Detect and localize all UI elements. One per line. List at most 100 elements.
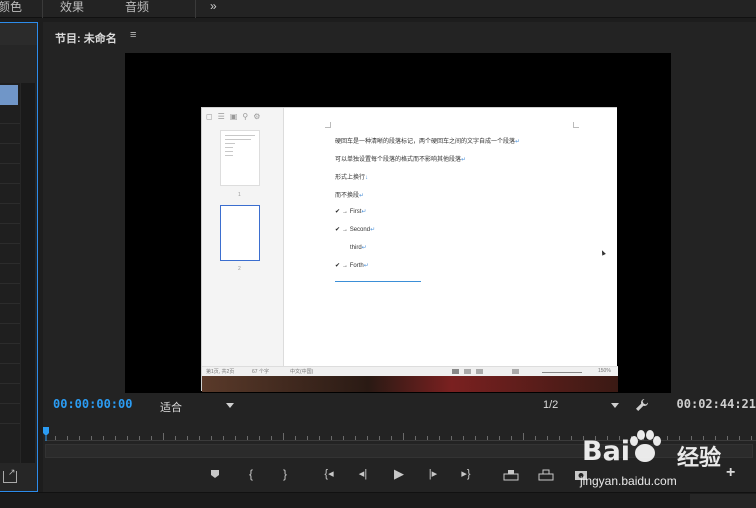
list-scrollbar[interactable] (21, 83, 35, 463)
document-screenshot: ◻ ☰ ▣ ⚲ ⚙ 1 2 硬回车是一种清晰的段落标记，两个硬回车之间的文字自成… (201, 107, 618, 392)
page-number: 1 (238, 192, 241, 198)
status-page: 第1页, 共2页 (206, 369, 235, 375)
extract-icon[interactable] (537, 466, 555, 482)
document-page: 硬回车是一种清晰的段落标记，两个硬回车之间的文字自成一个段落↵ 可以单独设置每个… (285, 108, 617, 366)
list-row (0, 123, 20, 124)
mouse-cursor-icon (600, 249, 606, 256)
doc-line: 可以单独设置每个段落的格式而不影响其他段落↵ (335, 157, 467, 163)
go-to-out-icon[interactable]: ▸} (457, 466, 475, 482)
current-timecode[interactable]: 00:00:00:00 (53, 397, 132, 411)
gear-icon: ⚙ (253, 112, 261, 121)
paw-logo-icon (630, 430, 661, 462)
status-bar: 第1页, 共2页 67 个字 中文(中国) 150% (202, 366, 618, 376)
top-menu-bar: 颜色 效果 音频 » (0, 0, 756, 18)
list-row (0, 163, 20, 164)
playhead[interactable] (43, 427, 49, 441)
zoom-dropdown[interactable]: 适合 (160, 399, 240, 415)
pages-icon: ◻ (206, 112, 213, 121)
tab-color[interactable]: 颜色 (0, 0, 22, 14)
list-row (0, 243, 20, 244)
panel-header (0, 23, 37, 45)
zoom-value: 适合 (160, 402, 182, 414)
list-row (0, 183, 20, 184)
view-icon (464, 369, 471, 374)
list-item: third↵ (350, 245, 367, 251)
lift-icon[interactable] (502, 466, 520, 482)
thumb-line (225, 139, 251, 140)
list-row (0, 343, 20, 344)
page-thumbnail-2 (220, 205, 260, 261)
view-icon (512, 369, 519, 374)
go-to-in-icon[interactable]: {◂ (320, 466, 338, 482)
status-words: 67 个字 (252, 369, 269, 375)
tab-audio[interactable]: 音频 (125, 0, 149, 14)
chevron-down-icon (226, 403, 234, 408)
program-monitor: 节目: 未命名 ≡ ◻ ☰ ▣ ⚲ ⚙ 1 2 硬回车是一种清晰的段落标记，两个… (43, 22, 756, 492)
section-break-line (335, 281, 421, 282)
overflow-icon[interactable]: » (210, 0, 217, 12)
watermark-brand: Bai (582, 436, 631, 467)
status-language: 中文(中国) (290, 369, 314, 375)
thumbnail-sidebar: ◻ ☰ ▣ ⚲ ⚙ 1 2 (202, 108, 284, 366)
step-back-icon[interactable]: ◂| (354, 466, 372, 482)
thumb-line (225, 143, 235, 144)
add-button-icon[interactable]: + (726, 464, 735, 482)
zoom-slider (542, 372, 582, 373)
list-item: ✔ → Forth↵ (335, 263, 369, 269)
list-row (0, 383, 20, 384)
marker-icon[interactable] (206, 466, 224, 482)
thumb-line (225, 155, 233, 156)
arrow-up-icon: ↗ (8, 467, 16, 477)
monitor-title: 节目: 未命名 (55, 33, 117, 45)
duration-timecode: 00:02:44:21 (676, 397, 756, 411)
project-panel: ↗ (0, 22, 38, 492)
list-row (0, 323, 20, 324)
tab-effects[interactable]: 效果 (60, 0, 84, 14)
bottom-panel-edge (0, 492, 756, 508)
page-thumbnail-1 (220, 130, 260, 186)
doc-line: 而不换段↵ (335, 193, 365, 199)
doc-line: 形式上换行↓ (335, 175, 369, 181)
desktop-strip (202, 376, 618, 392)
list-row (0, 223, 20, 224)
margin-corner (325, 122, 331, 128)
list-icon: ☰ (217, 112, 225, 121)
chevron-down-icon (611, 403, 619, 408)
in-point-icon[interactable]: { (242, 466, 260, 482)
divider (195, 0, 196, 18)
thumb-line (225, 147, 233, 148)
resolution-value: 1/2 (543, 399, 559, 411)
page-number: 2 (238, 266, 241, 272)
list-row (0, 283, 20, 284)
status-zoom: 150% (598, 368, 611, 374)
video-frame[interactable]: ◻ ☰ ▣ ⚲ ⚙ 1 2 硬回车是一种清晰的段落标记，两个硬回车之间的文字自成… (125, 53, 671, 393)
list-row (0, 303, 20, 304)
play-icon[interactable]: ▶ (390, 466, 408, 482)
selected-list-item[interactable] (0, 85, 18, 105)
baidu-jingyan-watermark: Bai 经验 jingyan.baidu.com (572, 426, 722, 490)
search-icon: ⚲ (242, 112, 249, 121)
resolution-dropdown[interactable]: 1/2 (543, 399, 623, 411)
view-icon (476, 369, 483, 374)
list-row (0, 403, 20, 404)
watermark-jingyan: 经验 (677, 445, 722, 470)
list-row (0, 363, 20, 364)
list-row (0, 263, 20, 264)
divider (42, 0, 43, 18)
project-list[interactable] (0, 83, 20, 463)
thumb-line (225, 151, 233, 152)
list-row (0, 423, 20, 424)
view-icon (452, 369, 459, 374)
list-row (0, 143, 20, 144)
wrench-icon[interactable] (635, 398, 649, 412)
sidebar-toolbar: ◻ ☰ ▣ ⚲ ⚙ (206, 112, 282, 126)
bookmark-icon: ▣ (229, 112, 238, 121)
list-row (0, 203, 20, 204)
list-item: ✔ → Second↵ (335, 227, 376, 233)
panel-menu-icon[interactable]: ≡ (130, 29, 136, 41)
panel-block (690, 494, 756, 508)
doc-line: 硬回车是一种清晰的段落标记，两个硬回车之间的文字自成一个段落↵ (335, 139, 521, 145)
out-point-icon[interactable]: } (276, 466, 294, 482)
list-item: ✔ → First↵ (335, 209, 367, 215)
step-forward-icon[interactable]: |▸ (424, 466, 442, 482)
